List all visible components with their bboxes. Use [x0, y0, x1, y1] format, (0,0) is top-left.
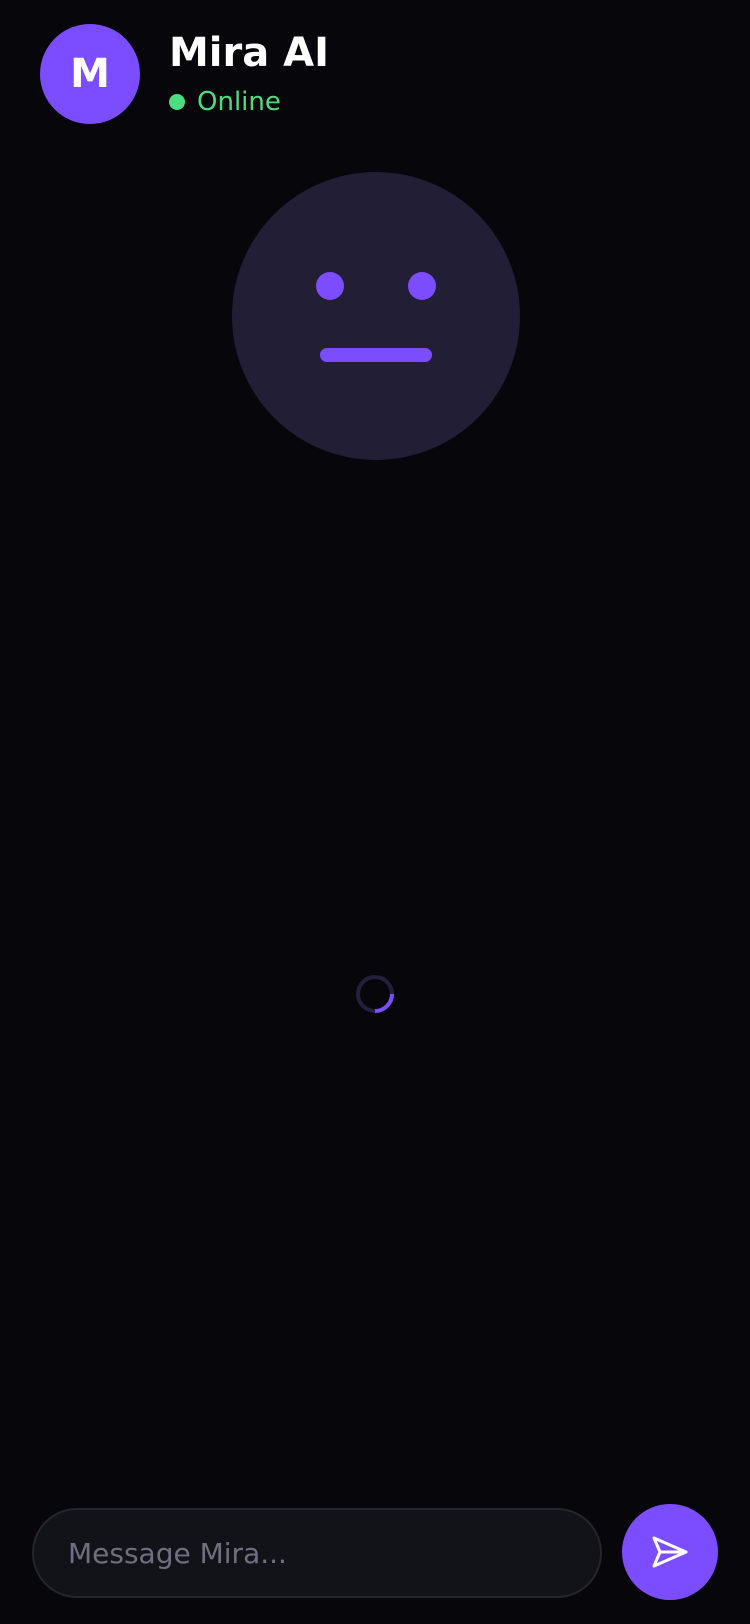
assistant-face-icon: [232, 172, 520, 460]
status-indicator: Online: [169, 87, 329, 117]
loading-spinner-icon: [356, 975, 394, 1013]
send-button[interactable]: [622, 1504, 718, 1600]
left-eye: [316, 272, 344, 300]
chat-header: M Mira AI Online: [40, 24, 329, 124]
message-input[interactable]: [66, 1535, 600, 1571]
chat-screen: M Mira AI Online: [0, 0, 750, 1624]
right-eye: [408, 272, 436, 300]
send-icon: [652, 1536, 688, 1568]
status-text: Online: [197, 87, 281, 117]
online-dot-icon: [169, 94, 185, 110]
mouth: [320, 348, 432, 362]
title-block: Mira AI Online: [169, 31, 329, 117]
message-composer: [32, 1508, 602, 1598]
chat-title: Mira AI: [169, 30, 329, 76]
avatar[interactable]: M: [40, 24, 140, 124]
